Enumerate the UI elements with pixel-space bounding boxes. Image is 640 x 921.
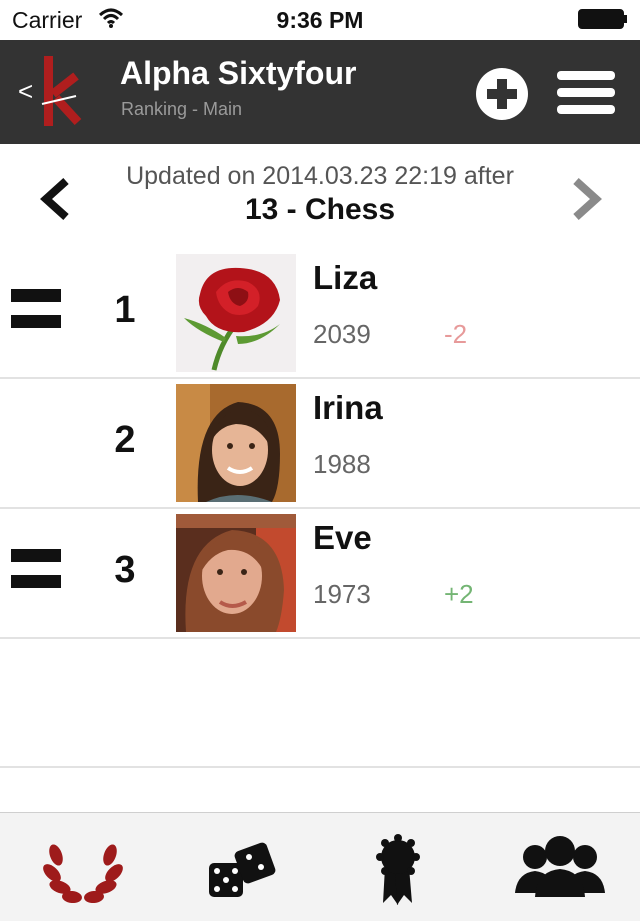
award-ribbon-icon[interactable] [343,821,453,921]
rank-number: 2 [114,419,136,461]
avatar-portrait-image [176,514,296,632]
page-title: Alpha Sixtyfour [120,55,357,91]
player-name: Eve [313,519,372,556]
app-logo-icon[interactable] [36,54,82,128]
rank-number: 3 [114,549,136,591]
score-delta: -2 [444,319,468,349]
updated-timestamp: Updated on 2014.03.23 22:19 after [126,162,514,190]
status-bar: Carrier 9:36 PM [0,0,640,40]
add-circle-icon[interactable] [475,67,529,121]
rank-number: 1 [114,289,136,331]
status-time: 9:36 PM [276,7,364,33]
laurel-wreath-icon[interactable] [28,821,138,921]
score-delta: +2 [444,579,474,609]
player-name: Irina [313,389,383,426]
page-subtitle: Ranking - Main [121,99,243,119]
ranking-row[interactable]: 3 Eve 1973 +2 [0,509,640,639]
dice-icon[interactable] [183,821,293,921]
trend-equal-icon [11,549,61,591]
group-icon[interactable] [505,821,615,921]
ranking-group-title: 13 - Chess [244,193,396,226]
tab-bar [0,812,640,921]
next-chevron-icon[interactable] [566,176,606,222]
player-score: 1988 [313,449,371,479]
ranking-row[interactable]: 2 Irina 1988 [0,379,640,509]
ranking-row[interactable]: 1 Liza 2039 -2 [0,249,640,379]
battery-icon [578,9,627,29]
player-name: Liza [313,259,378,296]
back-button[interactable]: < [18,76,33,107]
divider [0,766,640,768]
hamburger-menu-icon[interactable] [557,67,615,119]
avatar-rose-image [176,254,296,372]
player-score: 2039 [313,319,371,349]
player-score: 1973 [313,579,371,609]
trend-equal-icon [11,289,61,331]
avatar-portrait-image [176,384,296,502]
